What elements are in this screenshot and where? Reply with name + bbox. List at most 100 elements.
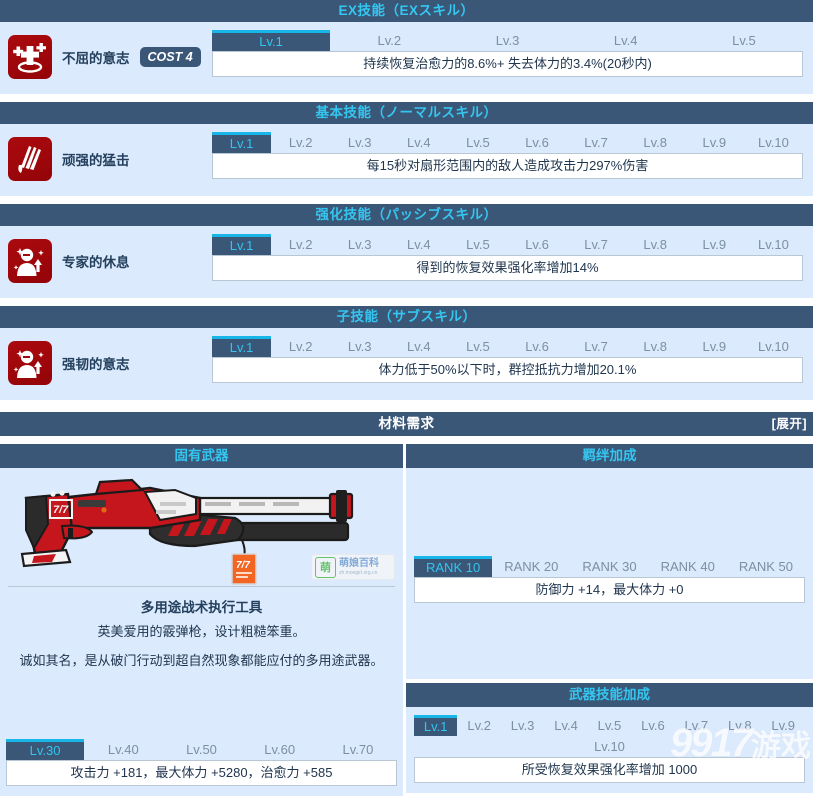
weapon-skill-level-tab-1[interactable]: Lv.1 <box>414 715 458 736</box>
bond-rank-tab-10[interactable]: RANK 10 <box>414 556 493 577</box>
materials-title: 材料需求 <box>378 416 435 431</box>
claw-slash-icon <box>8 137 52 181</box>
section-header-ex-label: EX技能（EXスキル） <box>338 3 475 18</box>
level-tab-sub-10[interactable]: Lv.10 <box>744 336 803 357</box>
moegirl-site-url: zh.moegirl.org.cn <box>339 569 378 576</box>
bond-spacer-top <box>406 468 813 548</box>
weapon-level-tab-70[interactable]: Lv.70 <box>319 739 397 760</box>
level-tabs-passive: Lv.1 Lv.2 Lv.3 Lv.4 Lv.5 Lv.6 Lv.7 Lv.8 … <box>212 234 803 255</box>
bond-rank-tab-40[interactable]: RANK 40 <box>649 556 727 577</box>
level-tab-passive-9[interactable]: Lv.9 <box>685 234 744 255</box>
weapon-name: 多用途战术执行工具 <box>140 600 263 615</box>
level-tab-ex-2[interactable]: Lv.2 <box>330 30 448 51</box>
weapon-column-header: 固有武器 <box>0 444 403 468</box>
level-tab-normal-4[interactable]: Lv.4 <box>389 132 448 153</box>
level-tab-ex-4[interactable]: Lv.4 <box>567 30 685 51</box>
level-tab-sub-7[interactable]: Lv.7 <box>567 336 626 357</box>
skill-ex-levels: Lv.1 Lv.2 Lv.3 Lv.4 Lv.5 持续恢复治愈力的8.6%+ 失… <box>212 30 813 77</box>
skill-page: EX技能（EXスキル） 不屈的意志 COST 4 Lv.1 Lv.2 Lv.3 … <box>0 0 813 806</box>
weapon-level-section: Lv.30 Lv.40 Lv.50 Lv.60 Lv.70 攻击力 +181，最… <box>0 731 403 796</box>
level-tab-normal-9[interactable]: Lv.9 <box>685 132 744 153</box>
section-header-normal: 基本技能（ノーマルスキル） <box>0 102 813 124</box>
skill-row-passive: 专家的休息 Lv.1 Lv.2 Lv.3 Lv.4 Lv.5 Lv.6 Lv.7… <box>0 226 813 298</box>
weapon-level-tab-30[interactable]: Lv.30 <box>6 739 85 760</box>
level-tab-passive-6[interactable]: Lv.6 <box>507 234 566 255</box>
section-header-passive-label: 强化技能（パッシブスキル） <box>315 207 498 222</box>
level-tab-sub-2[interactable]: Lv.2 <box>271 336 330 357</box>
level-tabs-ex: Lv.1 Lv.2 Lv.3 Lv.4 Lv.5 <box>212 30 803 51</box>
weapon-image: 7/7 7/7 萌 萌娘百科 zh.moegirl.org.cn <box>0 468 403 586</box>
moegirl-watermark: 萌 萌娘百科 zh.moegirl.org.cn <box>311 554 395 580</box>
level-tabs-sub: Lv.1 Lv.2 Lv.3 Lv.4 Lv.5 Lv.6 Lv.7 Lv.8 … <box>212 336 803 357</box>
bond-stats: 防御力 +14，最大体力 +0 <box>414 577 805 603</box>
bond-rank-tab-50[interactable]: RANK 50 <box>727 556 805 577</box>
level-tab-normal-10[interactable]: Lv.10 <box>744 132 803 153</box>
divider-3 <box>0 298 813 306</box>
materials-expand-link[interactable]: [展开] <box>772 412 807 436</box>
level-tab-normal-8[interactable]: Lv.8 <box>626 132 685 153</box>
skill-ex-name: 不屈的意志 <box>62 51 130 66</box>
weapon-level-tab-50[interactable]: Lv.50 <box>162 739 240 760</box>
level-tab-sub-3[interactable]: Lv.3 <box>330 336 389 357</box>
level-tab-ex-1[interactable]: Lv.1 <box>212 30 331 51</box>
level-tab-normal-6[interactable]: Lv.6 <box>507 132 566 153</box>
weapon-skill-level-tab-4[interactable]: Lv.4 <box>544 715 587 736</box>
weapon-skill-level-tab-2[interactable]: Lv.2 <box>457 715 500 736</box>
moegirl-watermark-text: 萌娘百科 zh.moegirl.org.cn <box>339 557 379 576</box>
weapon-level-tab-60[interactable]: Lv.60 <box>241 739 319 760</box>
level-tab-sub-1[interactable]: Lv.1 <box>212 336 272 357</box>
level-tab-normal-5[interactable]: Lv.5 <box>448 132 507 153</box>
skill-passive-description: 得到的恢复效果强化率增加14% <box>212 255 803 281</box>
weapon-desc-line-2: 诚如其名，是从破门行动到超自然现象都能应付的多用途武器。 <box>19 653 384 668</box>
level-tab-ex-5[interactable]: Lv.5 <box>685 30 803 51</box>
level-tab-sub-4[interactable]: Lv.4 <box>389 336 448 357</box>
bond-rank-tab-20[interactable]: RANK 20 <box>492 556 570 577</box>
weapon-skill-body: Lv.1 Lv.2 Lv.3 Lv.4 Lv.5 Lv.6 Lv.7 Lv.8 … <box>406 707 813 793</box>
level-tab-passive-10[interactable]: Lv.10 <box>744 234 803 255</box>
weapon-skill-level-tab-6[interactable]: Lv.6 <box>631 715 674 736</box>
weapon-level-tab-40[interactable]: Lv.40 <box>84 739 162 760</box>
skill-passive-levels: Lv.1 Lv.2 Lv.3 Lv.4 Lv.5 Lv.6 Lv.7 Lv.8 … <box>212 234 813 281</box>
level-tab-passive-4[interactable]: Lv.4 <box>389 234 448 255</box>
heal-cross-icon <box>8 35 52 79</box>
level-tab-passive-7[interactable]: Lv.7 <box>567 234 626 255</box>
skill-normal-identity: 顽强的猛击 <box>0 132 212 186</box>
section-header-ex: EX技能（EXスキル） <box>0 0 813 22</box>
svg-text:7/7: 7/7 <box>53 504 69 516</box>
moegirl-site-name: 萌娘百科 <box>339 557 379 569</box>
skill-normal-name: 顽强的猛击 <box>62 153 130 168</box>
weapon-skill-level-tab-10[interactable]: Lv.10 <box>414 736 805 757</box>
level-tab-sub-5[interactable]: Lv.5 <box>448 336 507 357</box>
weapon-skill-level-tabs-row2: Lv.10 <box>414 736 805 757</box>
level-tab-sub-9[interactable]: Lv.9 <box>685 336 744 357</box>
bond-rank-tab-30[interactable]: RANK 30 <box>570 556 648 577</box>
svg-text:7/7: 7/7 <box>236 560 250 571</box>
weapon-skill-level-tab-7[interactable]: Lv.7 <box>675 715 718 736</box>
level-tab-passive-5[interactable]: Lv.5 <box>448 234 507 255</box>
level-tab-ex-3[interactable]: Lv.3 <box>448 30 566 51</box>
level-tab-sub-6[interactable]: Lv.6 <box>507 336 566 357</box>
level-tab-passive-2[interactable]: Lv.2 <box>271 234 330 255</box>
materials-header[interactable]: 材料需求 [展开] <box>0 412 813 436</box>
level-tab-normal-7[interactable]: Lv.7 <box>567 132 626 153</box>
skill-sub-identity: 强韧的意志 <box>0 336 212 390</box>
level-tab-passive-8[interactable]: Lv.8 <box>626 234 685 255</box>
level-tab-sub-8[interactable]: Lv.8 <box>626 336 685 357</box>
character-buff-icon <box>8 341 52 385</box>
weapon-skill-level-tab-9[interactable]: Lv.9 <box>762 715 805 736</box>
weapon-stats: 攻击力 +181，最大体力 +5280，治愈力 +585 <box>6 760 397 786</box>
level-tab-normal-3[interactable]: Lv.3 <box>330 132 389 153</box>
skill-sub-name: 强韧的意志 <box>62 357 130 372</box>
weapon-skill-level-tab-8[interactable]: Lv.8 <box>718 715 761 736</box>
skill-normal-description: 每15秒对扇形范围内的敌人造成攻击力297%伤害 <box>212 153 803 179</box>
weapon-skill-header: 武器技能加成 <box>406 683 813 707</box>
skill-row-ex: 不屈的意志 COST 4 Lv.1 Lv.2 Lv.3 Lv.4 Lv.5 持续… <box>0 22 813 94</box>
level-tab-normal-2[interactable]: Lv.2 <box>271 132 330 153</box>
weapon-skill-level-tab-3[interactable]: Lv.3 <box>501 715 544 736</box>
level-tab-passive-1[interactable]: Lv.1 <box>212 234 272 255</box>
weapon-skill-level-tab-5[interactable]: Lv.5 <box>588 715 631 736</box>
bottom-columns: 固有武器 7/7 7/7 萌 萌娘百科 zh.moegirl.org.cn 多用… <box>0 444 813 796</box>
level-tab-normal-1[interactable]: Lv.1 <box>212 132 272 153</box>
level-tab-passive-3[interactable]: Lv.3 <box>330 234 389 255</box>
moegirl-logo-icon: 萌 <box>315 556 336 578</box>
